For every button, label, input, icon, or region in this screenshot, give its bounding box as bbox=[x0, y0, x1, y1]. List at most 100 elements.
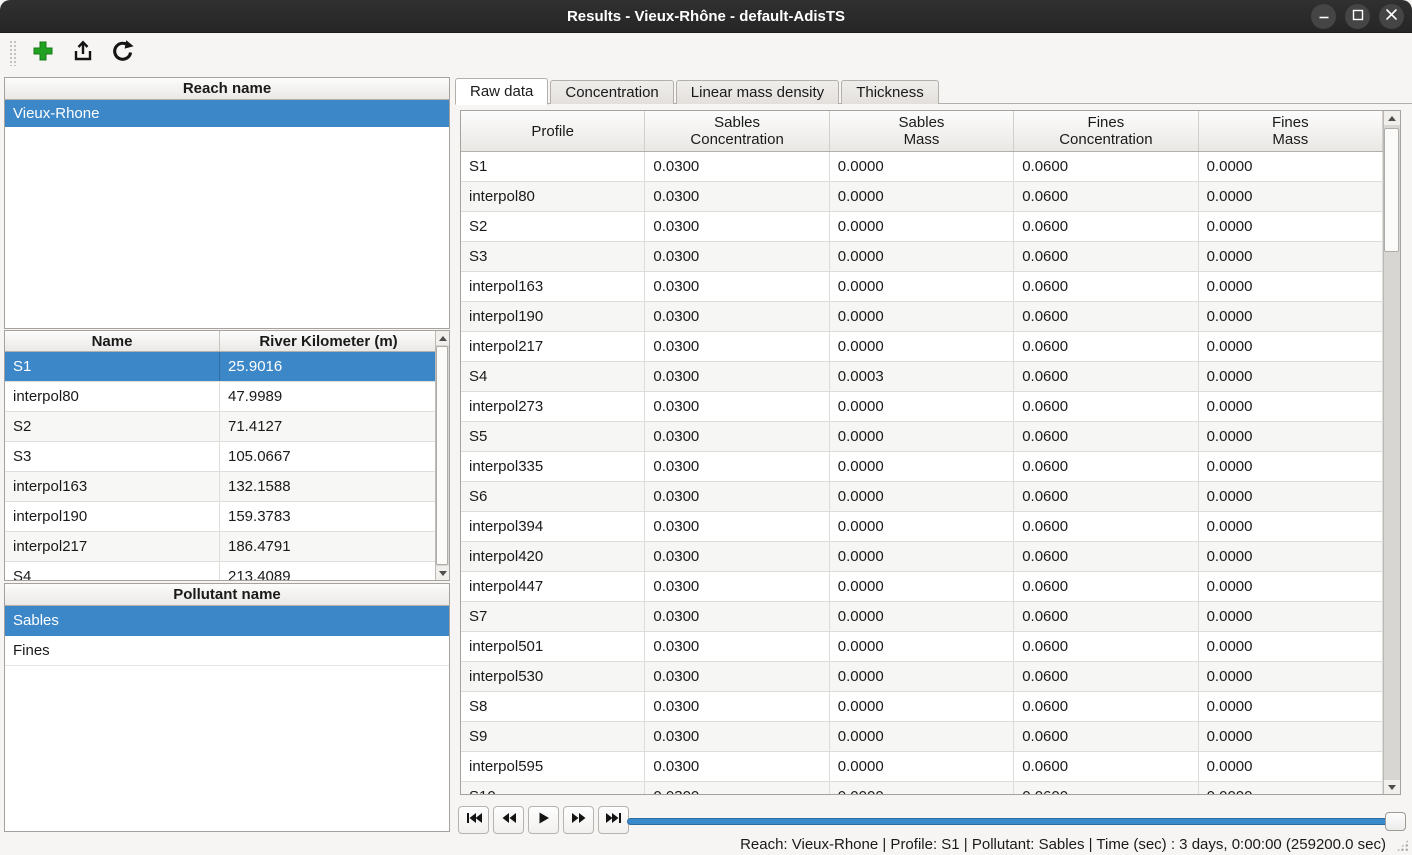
cell-sables-mass: 0.0000 bbox=[830, 692, 1014, 721]
profile-row[interactable]: S2 71.4127 bbox=[5, 412, 437, 442]
reach-panel-header: Reach name bbox=[5, 78, 449, 100]
cell-fines-mass: 0.0000 bbox=[1199, 272, 1383, 301]
profile-row[interactable]: interpol190 159.3783 bbox=[5, 502, 437, 532]
cell-name: S3 bbox=[5, 442, 220, 471]
cell-profile: interpol447 bbox=[461, 572, 645, 601]
tab[interactable]: Linear mass density bbox=[676, 80, 839, 104]
table-row[interactable]: interpol80 0.0300 0.0000 0.0600 0.0000 bbox=[461, 182, 1383, 212]
table-row[interactable]: S7 0.0300 0.0000 0.0600 0.0000 bbox=[461, 602, 1383, 632]
table-row[interactable]: S6 0.0300 0.0000 0.0600 0.0000 bbox=[461, 482, 1383, 512]
table-row[interactable]: S5 0.0300 0.0000 0.0600 0.0000 bbox=[461, 422, 1383, 452]
fast-forward-button[interactable] bbox=[563, 806, 594, 834]
profile-table-header: Name River Kilometer (m) bbox=[5, 331, 437, 352]
maximize-icon bbox=[1352, 8, 1364, 25]
cell-fines-mass: 0.0000 bbox=[1199, 452, 1383, 481]
table-row[interactable]: S4 0.0300 0.0003 0.0600 0.0000 bbox=[461, 362, 1383, 392]
time-slider[interactable] bbox=[627, 812, 1406, 831]
cell-sables-mass: 0.0000 bbox=[830, 722, 1014, 751]
refresh-button[interactable] bbox=[109, 39, 137, 67]
close-icon bbox=[1385, 8, 1398, 25]
tab[interactable]: Raw data bbox=[455, 78, 548, 105]
scroll-down-arrow-icon[interactable] bbox=[1384, 780, 1400, 794]
table-row[interactable]: interpol335 0.0300 0.0000 0.0600 0.0000 bbox=[461, 452, 1383, 482]
cell-sables-concentration: 0.0300 bbox=[645, 512, 829, 541]
table-row[interactable]: S9 0.0300 0.0000 0.0600 0.0000 bbox=[461, 722, 1383, 752]
profile-row[interactable]: S4 213.4089 bbox=[5, 562, 437, 581]
play-button[interactable] bbox=[528, 806, 559, 834]
scrollbar-thumb[interactable] bbox=[1384, 128, 1399, 252]
table-row[interactable]: interpol447 0.0300 0.0000 0.0600 0.0000 bbox=[461, 572, 1383, 602]
cell-sables-mass: 0.0000 bbox=[830, 332, 1014, 361]
skip-first-button[interactable] bbox=[458, 806, 489, 834]
table-row[interactable]: interpol394 0.0300 0.0000 0.0600 0.0000 bbox=[461, 512, 1383, 542]
cell-name: S1 bbox=[5, 352, 220, 381]
profile-row[interactable]: interpol80 47.9989 bbox=[5, 382, 437, 412]
time-slider-handle[interactable] bbox=[1385, 812, 1406, 831]
table-row[interactable]: S10 0.0300 0.0000 0.0600 0.0000 bbox=[461, 782, 1383, 795]
scroll-up-arrow-icon[interactable] bbox=[436, 331, 449, 345]
scrollbar-thumb[interactable] bbox=[436, 346, 448, 565]
profile-row[interactable]: interpol217 186.4791 bbox=[5, 532, 437, 562]
pollutant-list-item[interactable]: Fines bbox=[5, 636, 449, 666]
profile-row[interactable]: interpol163 132.1588 bbox=[5, 472, 437, 502]
maximize-button[interactable] bbox=[1345, 4, 1370, 29]
table-row[interactable]: S3 0.0300 0.0000 0.0600 0.0000 bbox=[461, 242, 1383, 272]
cell-fines-mass: 0.0000 bbox=[1199, 512, 1383, 541]
table-row[interactable]: S1 0.0300 0.0000 0.0600 0.0000 bbox=[461, 152, 1383, 182]
tab[interactable]: Concentration bbox=[550, 80, 673, 104]
cell-sables-mass: 0.0000 bbox=[830, 182, 1014, 211]
profile-row[interactable]: S3 105.0667 bbox=[5, 442, 437, 472]
cell-fines-concentration: 0.0600 bbox=[1014, 332, 1198, 361]
table-row[interactable]: S2 0.0300 0.0000 0.0600 0.0000 bbox=[461, 212, 1383, 242]
data-table-scrollbar[interactable] bbox=[1383, 111, 1400, 794]
table-row[interactable]: interpol190 0.0300 0.0000 0.0600 0.0000 bbox=[461, 302, 1383, 332]
export-button[interactable] bbox=[69, 39, 97, 67]
rewind-button[interactable] bbox=[493, 806, 524, 834]
table-row[interactable]: interpol530 0.0300 0.0000 0.0600 0.0000 bbox=[461, 662, 1383, 692]
table-row[interactable]: interpol163 0.0300 0.0000 0.0600 0.0000 bbox=[461, 272, 1383, 302]
reach-list: Vieux-Rhone bbox=[5, 100, 449, 127]
table-row[interactable]: interpol501 0.0300 0.0000 0.0600 0.0000 bbox=[461, 632, 1383, 662]
scroll-up-arrow-icon[interactable] bbox=[1384, 111, 1400, 125]
cell-sables-concentration: 0.0300 bbox=[645, 242, 829, 271]
table-row[interactable]: interpol217 0.0300 0.0000 0.0600 0.0000 bbox=[461, 332, 1383, 362]
pollutant-list-item[interactable]: Sables bbox=[5, 606, 449, 636]
app-window: Results - Vieux-Rhône - default-AdisTS bbox=[0, 0, 1412, 855]
cell-fines-mass: 0.0000 bbox=[1199, 482, 1383, 511]
table-row[interactable]: S8 0.0300 0.0000 0.0600 0.0000 bbox=[461, 692, 1383, 722]
table-row[interactable]: interpol595 0.0300 0.0000 0.0600 0.0000 bbox=[461, 752, 1383, 782]
titlebar: Results - Vieux-Rhône - default-AdisTS bbox=[0, 0, 1412, 33]
cell-sables-mass: 0.0000 bbox=[830, 482, 1014, 511]
time-slider-track[interactable] bbox=[627, 818, 1406, 825]
tab[interactable]: Thickness bbox=[841, 80, 939, 104]
cell-sables-concentration: 0.0300 bbox=[645, 602, 829, 631]
add-button[interactable] bbox=[29, 39, 57, 67]
profile-row[interactable]: S1 25.9016 bbox=[5, 352, 437, 382]
cell-sables-concentration: 0.0300 bbox=[645, 752, 829, 781]
cell-fines-mass: 0.0000 bbox=[1199, 392, 1383, 421]
cell-river-kilometer: 47.9989 bbox=[220, 382, 437, 411]
status-text: Reach: Vieux-Rhone | Profile: S1 | Pollu… bbox=[740, 836, 1386, 853]
table-row[interactable]: interpol420 0.0300 0.0000 0.0600 0.0000 bbox=[461, 542, 1383, 572]
skip-last-button[interactable] bbox=[598, 806, 629, 834]
minimize-button[interactable] bbox=[1311, 4, 1336, 29]
table-row[interactable]: interpol273 0.0300 0.0000 0.0600 0.0000 bbox=[461, 392, 1383, 422]
reach-panel: Reach name Vieux-Rhone bbox=[4, 77, 450, 329]
profile-table-body: S1 25.9016 interpol80 47.9989 S2 71.4127… bbox=[5, 352, 437, 581]
cell-fines-mass: 0.0000 bbox=[1199, 632, 1383, 661]
toolbar-drag-handle[interactable] bbox=[9, 40, 17, 66]
cell-fines-concentration: 0.0600 bbox=[1014, 182, 1198, 211]
cell-fines-mass: 0.0000 bbox=[1199, 752, 1383, 781]
reach-list-item[interactable]: Vieux-Rhone bbox=[5, 100, 449, 127]
scroll-down-arrow-icon[interactable] bbox=[436, 566, 449, 580]
cell-sables-mass: 0.0003 bbox=[830, 362, 1014, 391]
cell-fines-mass: 0.0000 bbox=[1199, 362, 1383, 391]
close-button[interactable] bbox=[1379, 4, 1404, 29]
cell-profile: S4 bbox=[461, 362, 645, 391]
cell-sables-concentration: 0.0300 bbox=[645, 362, 829, 391]
cell-sables-mass: 0.0000 bbox=[830, 212, 1014, 241]
cell-sables-concentration: 0.0300 bbox=[645, 212, 829, 241]
profile-table-scrollbar[interactable] bbox=[435, 331, 449, 580]
cell-river-kilometer: 105.0667 bbox=[220, 442, 437, 471]
cell-sables-mass: 0.0000 bbox=[830, 542, 1014, 571]
